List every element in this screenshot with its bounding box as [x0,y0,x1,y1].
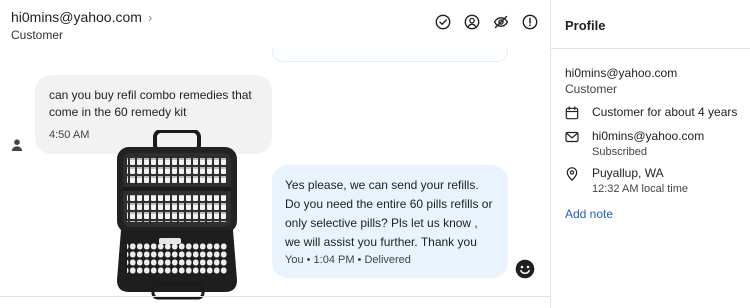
profile-title: Profile [565,18,606,33]
subscription-status: Subscribed [592,146,648,158]
customer-avatar-icon [11,139,23,151]
check-circle-icon[interactable] [435,14,451,30]
location-row: Puyallup, WA 12:32 AM local time [565,166,688,197]
user-circle-icon[interactable] [464,14,480,30]
chevron-right-icon[interactable]: › [148,10,152,25]
message-text: can you buy refil combo remedies that co… [49,88,252,119]
profile-role: Customer [565,82,618,96]
previous-message-bubble [272,48,508,62]
message-meta: You • 1:04 PM • Delivered [285,254,411,266]
customer-since-row: Customer for about 4 years [565,105,737,120]
mail-icon [565,131,579,143]
local-time: 12:32 AM local time [592,183,688,195]
header-actions [435,14,538,30]
profile-email: hi0mins@yahoo.com [565,66,678,80]
alert-circle-icon[interactable] [522,14,538,30]
add-note-link[interactable]: Add note [565,207,613,221]
location-pin-icon [566,167,578,181]
contact-role: Customer [11,28,64,42]
conversation-header: hi0mins@yahoo.com › Customer [0,0,550,50]
calendar-icon [565,106,579,120]
eye-off-icon[interactable] [493,14,509,30]
location: Puyallup, WA [592,166,664,180]
conversation-pane: hi0mins@yahoo.com › Customer can you buy… [0,0,550,308]
contact-email[interactable]: hi0mins@yahoo.com [11,9,142,25]
outgoing-message-bubble: Yes please, we can send your refills. Do… [272,165,508,278]
contact-name-link[interactable]: hi0mins@yahoo.com › [11,9,152,25]
message-time: 4:50 AM [49,129,90,141]
profile-divider [551,48,750,49]
profile-panel: Profile hi0mins@yahoo.com Customer Custo… [550,0,750,308]
customer-since: Customer for about 4 years [592,105,738,119]
message-text: Yes please, we can send your refills. Do… [285,178,493,249]
subscription-row: hi0mins@yahoo.com Subscribed [565,129,704,160]
remedy-kit-image[interactable] [115,130,239,302]
composer-divider [0,296,550,297]
smiley-reaction-icon[interactable] [515,259,535,279]
subscription-email: hi0mins@yahoo.com [592,129,705,143]
